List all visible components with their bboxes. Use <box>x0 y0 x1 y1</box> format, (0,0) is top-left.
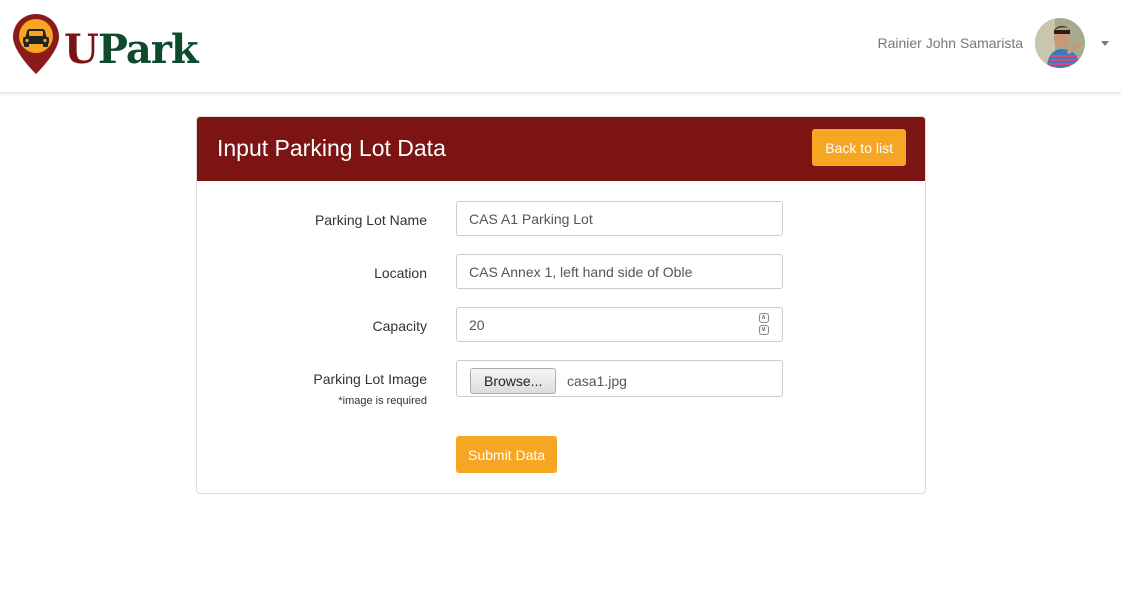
capacity-spinner[interactable]: ∧ ∨ <box>759 313 769 337</box>
parking-lot-image-label: Parking Lot Image <box>313 371 427 387</box>
chevron-down-icon[interactable]: ∨ <box>759 325 769 335</box>
image-required-note: *image is required <box>338 395 427 407</box>
parking-lot-name-label: Parking Lot Name <box>314 212 427 228</box>
parking-lot-name-input[interactable]: CAS A1 Parking Lot <box>456 201 783 236</box>
page-title: Input Parking Lot Data <box>217 135 446 161</box>
card-header: Input Parking Lot Data Back to list <box>197 117 925 181</box>
chevron-up-icon[interactable]: ∧ <box>759 313 769 323</box>
logo-park: Park <box>97 26 199 73</box>
location-label: Location <box>374 265 427 281</box>
capacity-input[interactable]: 20 ∧ ∨ <box>456 307 783 342</box>
caret-down-icon[interactable] <box>1101 40 1109 46</box>
back-to-list-button[interactable]: Back to list <box>812 129 906 166</box>
browse-button[interactable]: Browse... <box>470 368 557 394</box>
parking-lot-form-card: Input Parking Lot Data Back to list Park… <box>196 116 926 494</box>
avatar[interactable] <box>1035 18 1085 68</box>
user-menu[interactable]: Rainier John Samarista <box>877 18 1109 68</box>
submit-data-button[interactable]: Submit Data <box>456 436 558 473</box>
logo-u: U <box>64 26 99 73</box>
map-pin-car-icon <box>13 14 59 74</box>
upark-logo[interactable]: UPark <box>12 12 199 76</box>
parking-lot-name-value: CAS A1 Parking Lot <box>469 211 593 227</box>
navbar: UPark Rainier John Samarista <box>0 0 1121 93</box>
selected-file-name: casa1.jpg <box>567 373 627 389</box>
parking-lot-image-input[interactable]: Browse... casa1.jpg <box>456 360 783 397</box>
logo-text: UPark <box>64 30 199 70</box>
capacity-label: Capacity <box>372 318 427 334</box>
location-value: CAS Annex 1, left hand side of Oble <box>469 264 693 280</box>
capacity-value: 20 <box>469 317 485 333</box>
user-name: Rainier John Samarista <box>877 35 1023 51</box>
location-input[interactable]: CAS Annex 1, left hand side of Oble <box>456 254 783 289</box>
